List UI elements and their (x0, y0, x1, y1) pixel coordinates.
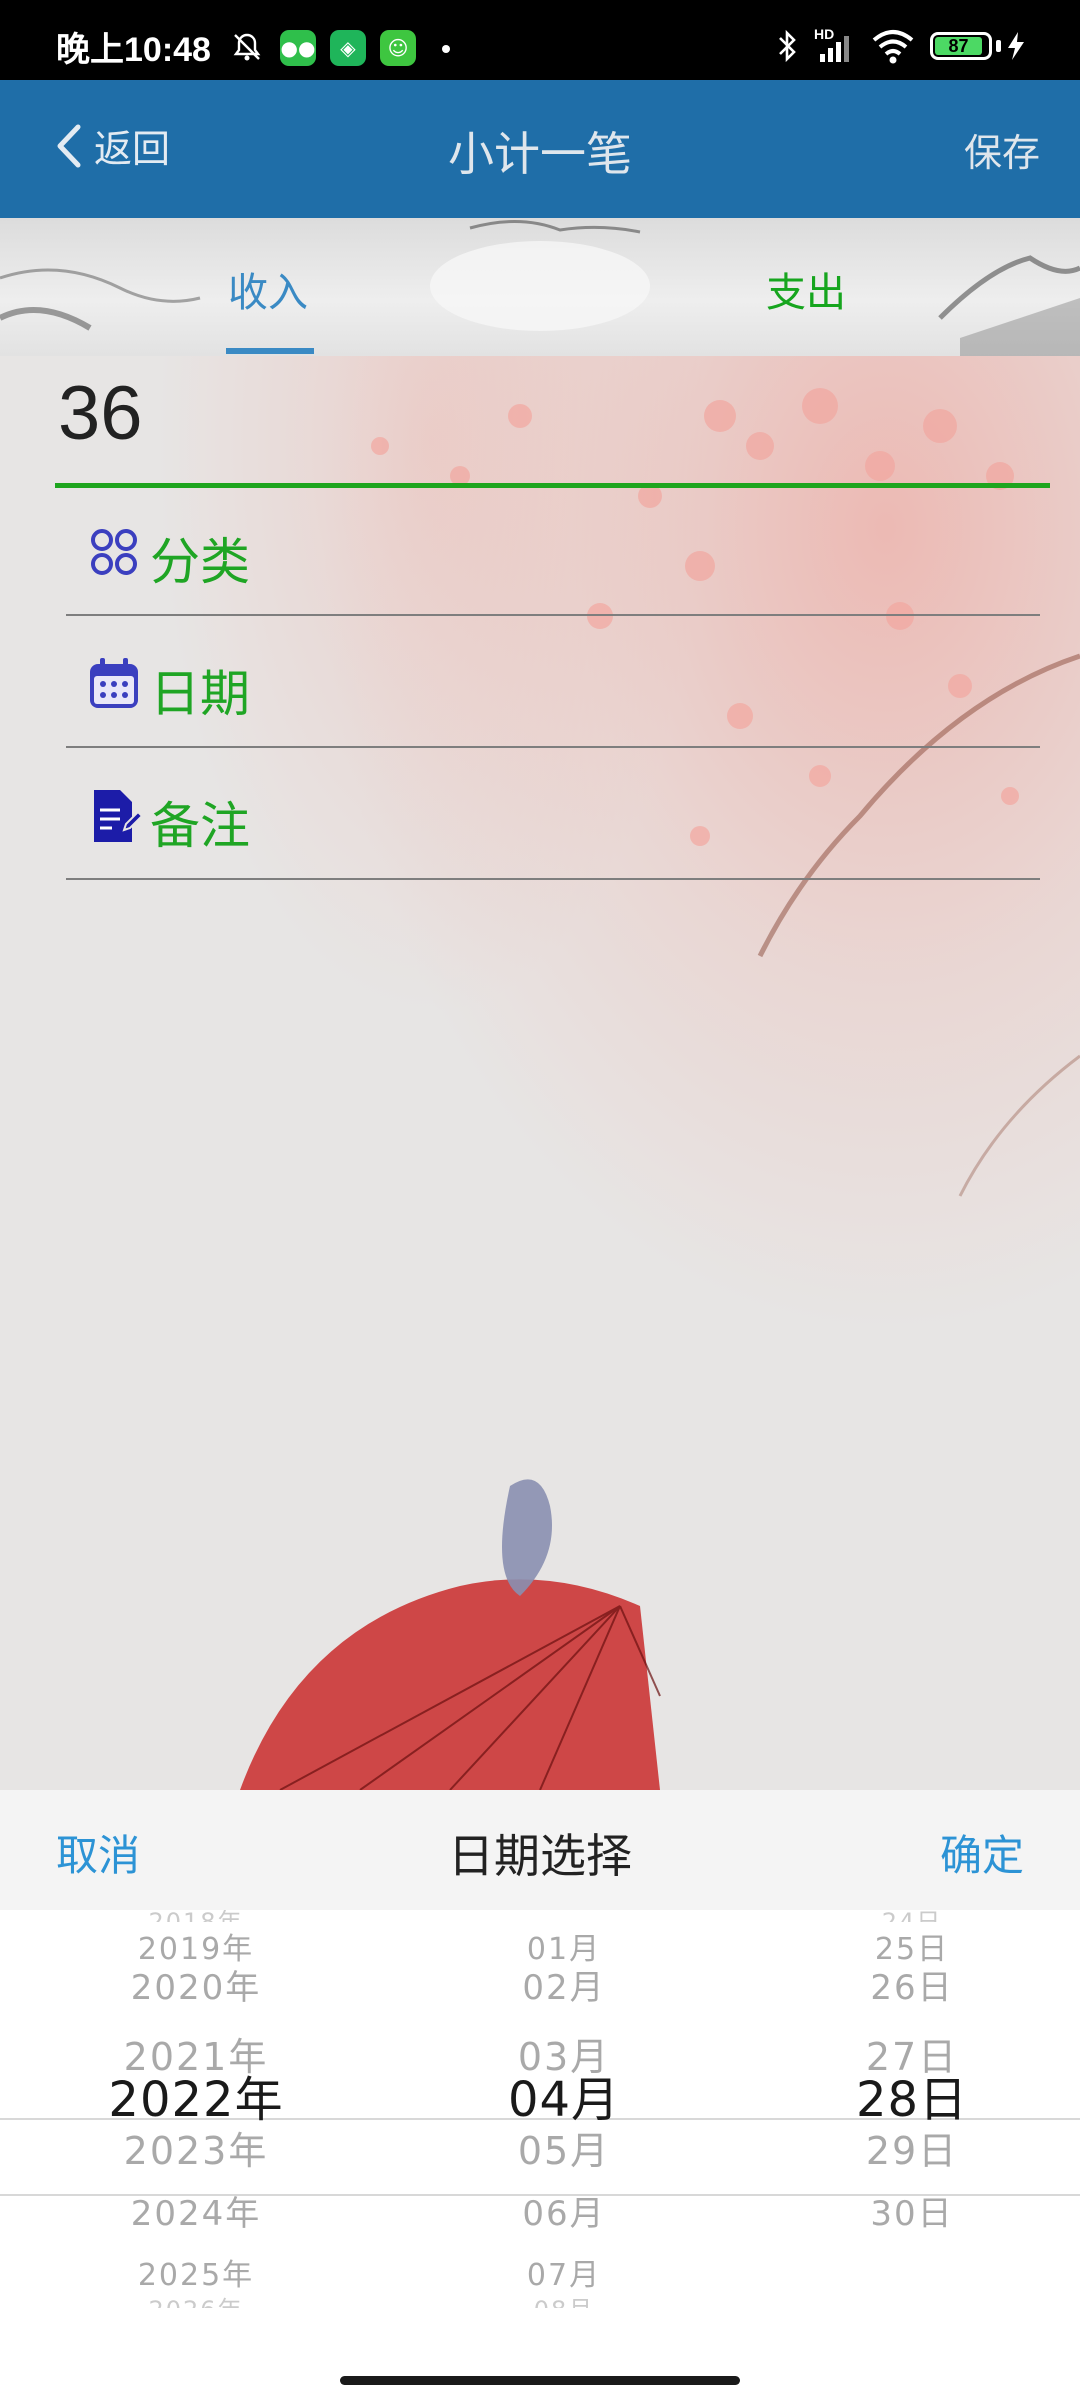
amount-input[interactable]: 36 (58, 370, 143, 457)
note-icon (94, 790, 142, 842)
year-option[interactable]: 2023年 (46, 2120, 346, 2175)
note-field[interactable]: 备注 (66, 748, 1040, 880)
month-option[interactable]: 05月 (414, 2120, 714, 2175)
year-option[interactable]: 2025年 (46, 2250, 346, 2294)
bluetooth-icon (779, 29, 796, 63)
home-indicator[interactable] (340, 2376, 740, 2385)
bell-off-icon (233, 33, 261, 61)
month-wheel[interactable]: 01月 02月 03月 04月 05月 06月 07月 08月 (414, 1910, 714, 2400)
confirm-button[interactable]: 确定 (940, 1822, 1024, 1883)
category-label: 分类 (150, 533, 250, 591)
tab-expense[interactable]: 支出 (766, 260, 846, 318)
app-header: 返回 小计一笔 保存 (0, 80, 1080, 218)
day-option[interactable]: 30日 (762, 2186, 1062, 2235)
day-option[interactable]: 29日 (762, 2120, 1062, 2175)
status-time: 晚上10:48 (56, 31, 211, 69)
notification-dot (442, 45, 450, 53)
date-picker-wheels: 2018年 2019年 2020年 2021年 2022年 2023年 2024… (0, 1910, 1080, 2400)
category-icon (91, 529, 137, 575)
day-wheel[interactable]: 24日 25日 26日 27日 28日 29日 30日 (762, 1910, 1062, 2400)
month-option[interactable]: 07月 (414, 2250, 714, 2294)
date-picker-header: 取消 日期选择 确定 (0, 1790, 1080, 1910)
battery-level: 87 (935, 37, 982, 55)
month-option[interactable]: 08月 (414, 2290, 714, 2308)
status-bar: 晚上10:48 ●● ◈ ☺ HD 87 (0, 0, 1080, 80)
shield-app-icon: ◈ (330, 30, 366, 66)
year-option[interactable]: 2018年 (46, 1910, 346, 1922)
umbrella-illustration (240, 1479, 661, 1790)
wifi-icon (872, 30, 914, 64)
category-field[interactable]: 分类 (66, 484, 1040, 616)
battery-icon: 87 (930, 32, 992, 60)
day-option[interactable]: 26日 (762, 1960, 1062, 2009)
month-option[interactable]: 06月 (414, 2186, 714, 2235)
income-expense-tabs: 收入 支出 (0, 218, 1080, 356)
ink-wash-decoration (0, 220, 1080, 356)
day-option[interactable]: 24日 (762, 1910, 1062, 1922)
save-button[interactable]: 保存 (964, 122, 1040, 177)
date-field[interactable]: 日期 (66, 616, 1040, 748)
signal-icon (820, 36, 849, 62)
year-wheel[interactable]: 2018年 2019年 2020年 2021年 2022年 2023年 2024… (46, 1910, 346, 2400)
date-picker-title: 日期选择 (448, 1829, 632, 1883)
month-option[interactable]: 02月 (414, 1960, 714, 2009)
year-option[interactable]: 2024年 (46, 2186, 346, 2235)
calendar-icon (90, 658, 138, 708)
active-tab-indicator (226, 348, 314, 354)
page-title: 小计一笔 (448, 127, 632, 181)
year-option[interactable]: 2020年 (46, 1960, 346, 2009)
date-label: 日期 (150, 665, 250, 723)
wechat-icon: ●● (280, 30, 316, 66)
year-option[interactable]: 2026年 (46, 2290, 346, 2308)
frog-app-icon: ☺ (380, 30, 416, 66)
charging-icon (1008, 32, 1024, 60)
tab-income[interactable]: 收入 (228, 260, 308, 318)
battery-cap (996, 40, 1001, 52)
note-label: 备注 (150, 797, 250, 855)
